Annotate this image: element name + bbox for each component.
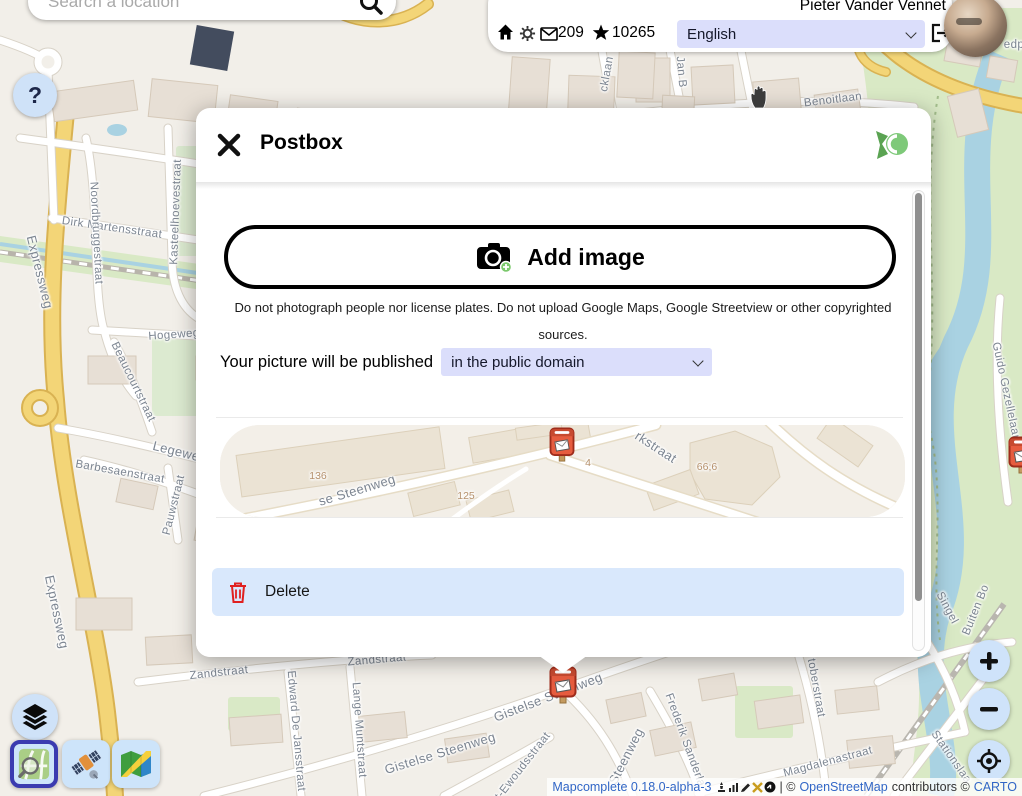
dialog-pointer-tail (538, 655, 588, 673)
trash-icon (228, 581, 248, 604)
dialog-header: Postbox (196, 108, 931, 181)
language-select[interactable]: English (677, 20, 925, 48)
geolocate-button[interactable] (968, 740, 1010, 782)
postbox-dialog: Postbox Add image Do not photograph peop… (196, 108, 931, 657)
carto-link[interactable]: CARTO (974, 780, 1017, 794)
language-select-value: English (687, 26, 736, 43)
hand-cursor (744, 80, 774, 110)
minimap-postbox-marker[interactable] (549, 427, 575, 462)
help-question-label: ? (28, 82, 42, 109)
basemap-style-map-button[interactable] (112, 740, 160, 788)
satellite-style-icon (68, 746, 104, 782)
help-button[interactable]: ? (13, 73, 57, 117)
license-prefix-label: Your picture will be published (220, 353, 433, 372)
chevron-down-icon (692, 355, 703, 366)
map-style-icon (118, 747, 154, 781)
attribution-divider: | © (780, 780, 796, 794)
changesets-count[interactable]: 10265 (612, 24, 655, 42)
dialog-scrollbar-thumb[interactable] (915, 193, 922, 601)
add-image-button[interactable]: Add image (224, 225, 896, 289)
crosshair-icon (976, 748, 1002, 774)
home-icon[interactable] (497, 24, 514, 40)
dialog-minimap[interactable]: 122136se Steenweg1254rkstraat66;6 (220, 425, 905, 517)
divider (216, 517, 903, 518)
basemap-style-satellite-button[interactable] (62, 740, 110, 788)
mapcomplete-version-link[interactable]: Mapcomplete 0.18.0-alpha-3 (552, 780, 711, 794)
osm-style-icon (17, 747, 51, 781)
statistics-icon (728, 782, 739, 793)
layers-button[interactable] (12, 694, 58, 740)
delete-label: Delete (265, 583, 310, 601)
camera-plus-icon (475, 242, 512, 273)
license-row: Your picture will be published in the pu… (220, 348, 712, 376)
dialog-body: Add image Do not photograph people nor l… (196, 182, 931, 657)
search-icon[interactable] (358, 0, 384, 16)
license-select[interactable]: in the public domain (441, 348, 712, 376)
search-input[interactable] (28, 0, 358, 12)
mapcomplete-logo-icon (871, 127, 909, 163)
star-icon[interactable] (592, 24, 610, 41)
postbox-marker-edge[interactable] (1008, 436, 1022, 474)
community-icon (764, 781, 776, 793)
pencil-icon (740, 782, 751, 793)
layers-icon (20, 702, 50, 732)
zoom-out-button[interactable] (968, 688, 1010, 730)
statue-icon (716, 781, 727, 793)
image-copyright-notice: Do not photograph people nor license pla… (226, 294, 900, 348)
dialog-title: Postbox (260, 131, 343, 155)
chevron-down-icon (905, 27, 916, 38)
divider (216, 417, 903, 418)
dialog-scrollbar[interactable] (912, 190, 925, 651)
delete-button[interactable]: Delete (212, 568, 904, 616)
license-select-value: in the public domain (451, 354, 584, 371)
osm-link[interactable]: OpenStreetMap (799, 780, 887, 794)
attribution-icons (716, 781, 776, 793)
minus-icon (977, 697, 1001, 721)
username[interactable]: Pieter Vander Vennet (800, 0, 946, 15)
attribution-contributors: contributors © (892, 780, 970, 794)
attribution-bar: Mapcomplete 0.18.0-alpha-3 | © OpenStree… (547, 778, 1022, 796)
add-image-label: Add image (527, 244, 645, 271)
messages-icon[interactable] (540, 27, 558, 41)
user-bar: Pieter Vander Vennet 209 10265 English (488, 0, 952, 52)
messages-count[interactable]: 209 (558, 24, 584, 42)
plus-icon (977, 649, 1001, 673)
basemap-style-osm-button[interactable] (10, 740, 58, 788)
mapcomplete-app: Dirk MartensstraatExpresswegExpresswegNo… (0, 0, 1022, 796)
josm-icon (752, 782, 763, 793)
gear-icon[interactable] (519, 25, 536, 42)
close-icon[interactable] (216, 132, 242, 158)
zoom-in-button[interactable] (968, 640, 1010, 682)
search-bar (28, 0, 396, 20)
